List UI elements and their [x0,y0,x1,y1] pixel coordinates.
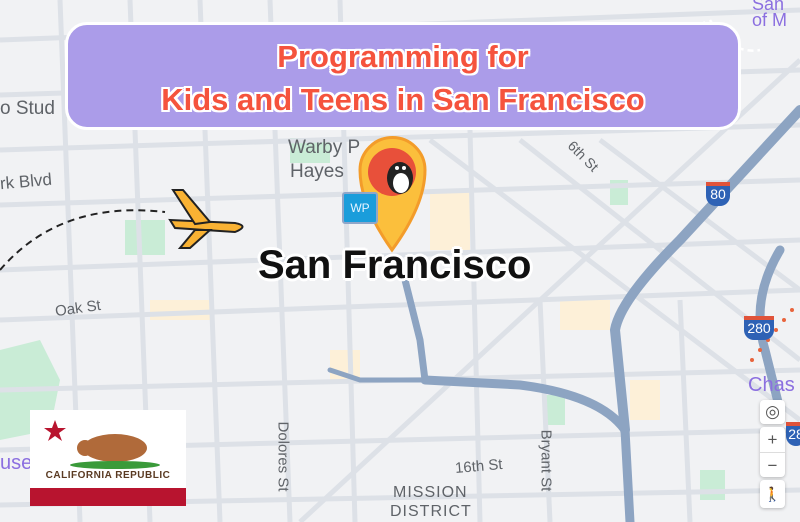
map-label-dolores-st: Dolores St [274,421,292,492]
map-label-district: DISTRICT [390,503,472,520]
zoom-in-button[interactable]: + [760,427,785,452]
map-label-hayes: Hayes [290,161,344,182]
wp-place-badge[interactable]: WP [342,192,378,224]
pegman-street-view-button[interactable]: 🚶 [760,480,785,508]
title-banner: Programming for Kids and Teens in San Fr… [65,22,741,130]
flag-text: CALIFORNIA REPUBLIC [45,470,171,481]
map-label-chase: Chas [748,374,795,396]
bear-star-icon [44,420,160,469]
flag-stripe [30,488,186,506]
title-line-1: Programming for [277,39,529,74]
map-label-sfmoma-2: of M [752,10,788,30]
my-location-button[interactable]: ◎ [760,400,785,424]
map-label-studio: o Stud [0,98,55,119]
map-label-use: use [0,452,33,474]
title-line-2: Kids and Teens in San Francisco [161,82,645,117]
i80-shield: 80 [706,182,730,206]
california-flag: CALIFORNIA REPUBLIC [30,410,186,506]
zoom-out-button[interactable]: − [760,452,785,478]
map-label-warby: Warby P [288,137,361,158]
i280-shield: 280 [744,316,774,340]
zoom-controls: + − [760,427,785,477]
i280-shield-2: 28 [786,422,800,446]
map-label-bryant-st: Bryant St [537,429,555,492]
city-label: San Francisco [258,243,532,287]
map-label-mission: MISSION [393,484,468,501]
